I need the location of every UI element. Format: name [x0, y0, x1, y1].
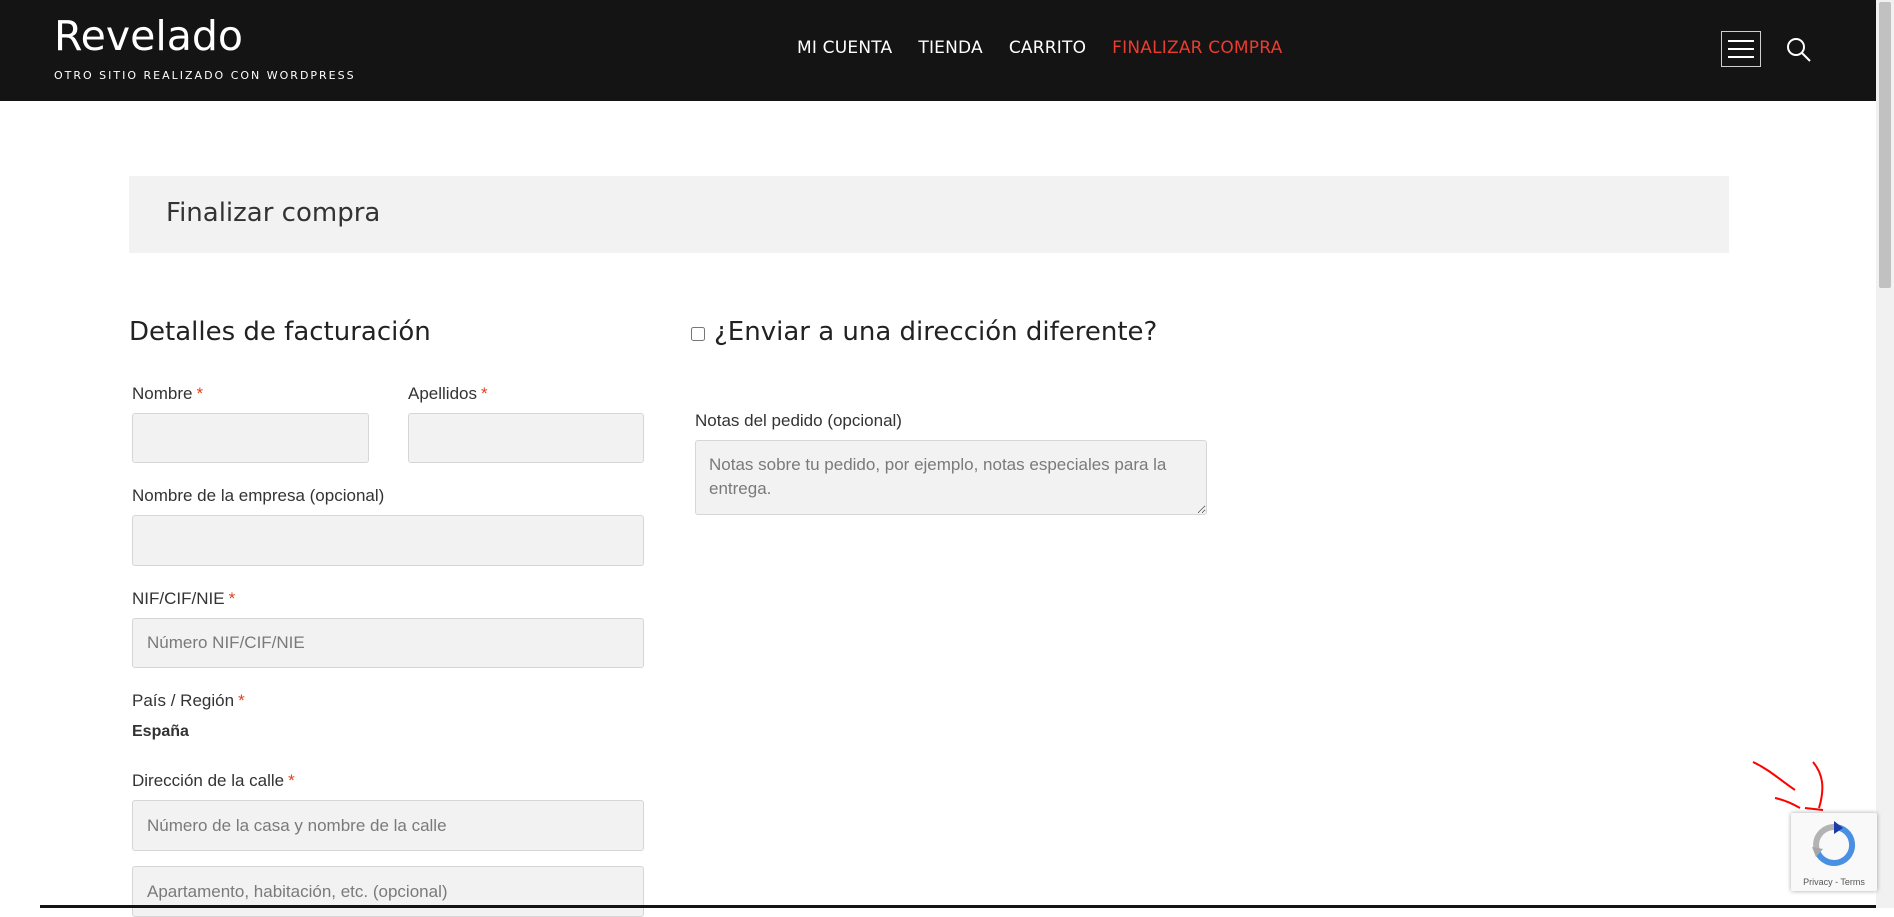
site-title[interactable]: Revelado [54, 12, 243, 60]
scrollbar-thumb[interactable] [1879, 2, 1891, 288]
order-notes-textarea[interactable] [695, 440, 1207, 515]
street-address-2-input[interactable] [132, 866, 644, 917]
first-name-input[interactable] [132, 413, 369, 463]
nif-input[interactable] [132, 618, 644, 668]
street-label: Dirección de la calle * [132, 771, 295, 790]
required-marker: * [481, 384, 488, 403]
recaptcha-icon [1812, 821, 1856, 866]
company-input[interactable] [132, 515, 644, 566]
order-notes-label: Notas del pedido (opcional) [695, 411, 902, 430]
country-value: España [132, 723, 189, 740]
nav-item-tienda[interactable]: TIENDA [918, 38, 982, 58]
nav-item-mi-cuenta[interactable]: MI CUENTA [797, 38, 892, 58]
search-icon[interactable] [1785, 36, 1813, 64]
page-title: Finalizar compra [166, 198, 381, 228]
last-name-input[interactable] [408, 413, 644, 463]
street-address-input[interactable] [132, 800, 644, 851]
country-label: País / Región * [132, 691, 245, 710]
hamburger-icon[interactable] [1721, 31, 1761, 67]
page-title-bar: Finalizar compra [129, 176, 1729, 253]
scrollbar[interactable] [1876, 0, 1894, 908]
required-marker: * [238, 691, 245, 710]
nav-item-carrito[interactable]: CARRITO [1009, 38, 1086, 58]
ship-different-heading[interactable]: ¿Enviar a una dirección diferente? [714, 317, 1157, 347]
first-name-label: Nombre * [132, 384, 204, 403]
required-marker: * [228, 589, 236, 608]
recaptcha-links[interactable]: Privacy - Terms [1791, 877, 1877, 887]
nif-label: NIF/CIF/NIE * [132, 589, 236, 608]
site-header: Revelado OTRO SITIO REALIZADO CON WORDPR… [0, 0, 1876, 101]
required-marker: * [196, 384, 204, 403]
site-tagline: OTRO SITIO REALIZADO CON WORDPRESS [54, 69, 356, 82]
required-marker: * [288, 771, 295, 790]
ship-different-checkbox[interactable] [691, 327, 705, 341]
billing-heading: Detalles de facturación [129, 317, 431, 347]
company-label: Nombre de la empresa (opcional) [132, 486, 385, 505]
last-name-label: Apellidos * [408, 384, 488, 403]
nav-item-finalizar-compra[interactable]: FINALIZAR COMPRA [1112, 38, 1282, 58]
recaptcha-badge[interactable]: Privacy - Terms [1791, 813, 1877, 891]
